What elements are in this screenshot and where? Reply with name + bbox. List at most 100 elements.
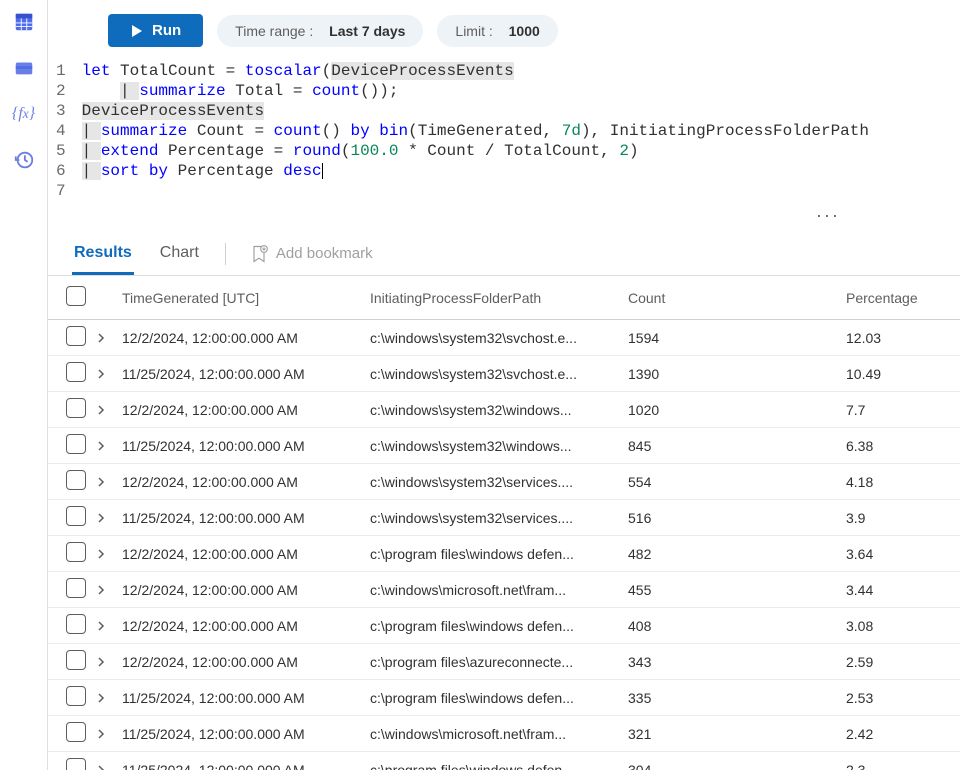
expand-row-icon[interactable]	[96, 654, 122, 670]
cell-pct: 2.3	[846, 762, 952, 770]
col-path-header[interactable]: InitiatingProcessFolderPath	[370, 290, 628, 306]
cell-path: c:\windows\system32\svchost.e...	[370, 366, 628, 382]
cell-pct: 3.9	[846, 510, 952, 526]
main-content: Run Time range : Last 7 days Limit : 100…	[48, 0, 960, 770]
cell-path: c:\windows\system32\services....	[370, 474, 628, 490]
limit-label: Limit :	[455, 23, 492, 39]
table-row[interactable]: 12/2/2024, 12:00:00.000 AMc:\program fil…	[48, 644, 960, 680]
row-checkbox[interactable]	[66, 434, 86, 454]
cell-count: 1390	[628, 366, 846, 382]
cell-pct: 7.7	[846, 402, 952, 418]
more-menu[interactable]: ···	[48, 201, 960, 228]
cell-path: c:\program files\windows defen...	[370, 690, 628, 706]
expand-row-icon[interactable]	[96, 438, 122, 454]
row-checkbox[interactable]	[66, 470, 86, 490]
expand-row-icon[interactable]	[96, 474, 122, 490]
cell-count: 1020	[628, 402, 846, 418]
time-range-picker[interactable]: Time range : Last 7 days	[217, 15, 423, 47]
expand-row-icon[interactable]	[96, 546, 122, 562]
cell-path: c:\program files\windows defen...	[370, 546, 628, 562]
col-time-header[interactable]: TimeGenerated [UTC]	[122, 290, 370, 306]
row-checkbox[interactable]	[66, 398, 86, 418]
row-checkbox[interactable]	[66, 758, 86, 770]
col-count-header[interactable]: Count	[628, 290, 846, 306]
query-editor[interactable]: 1234567 let TotalCount = toscalar(Device…	[48, 59, 960, 201]
expand-row-icon[interactable]	[96, 366, 122, 382]
cell-time: 11/25/2024, 12:00:00.000 AM	[122, 726, 370, 742]
query-toolbar: Run Time range : Last 7 days Limit : 100…	[48, 0, 960, 59]
expand-row-icon[interactable]	[96, 510, 122, 526]
table-row[interactable]: 12/2/2024, 12:00:00.000 AMc:\windows\mic…	[48, 572, 960, 608]
cell-pct: 2.59	[846, 654, 952, 670]
bookmark-label: Add bookmark	[276, 245, 373, 262]
cell-time: 12/2/2024, 12:00:00.000 AM	[122, 402, 370, 418]
cell-count: 321	[628, 726, 846, 742]
row-checkbox[interactable]	[66, 614, 86, 634]
table-row[interactable]: 11/25/2024, 12:00:00.000 AMc:\windows\mi…	[48, 716, 960, 752]
time-range-label: Time range :	[235, 23, 313, 39]
row-checkbox[interactable]	[66, 650, 86, 670]
bookmark-icon	[250, 244, 268, 264]
cell-time: 11/25/2024, 12:00:00.000 AM	[122, 510, 370, 526]
cell-time: 12/2/2024, 12:00:00.000 AM	[122, 618, 370, 634]
select-all-checkbox[interactable]	[66, 286, 86, 306]
expand-row-icon[interactable]	[96, 330, 122, 346]
limit-value: 1000	[509, 23, 540, 39]
cell-path: c:\windows\system32\windows...	[370, 438, 628, 454]
cell-pct: 4.18	[846, 474, 952, 490]
code-area[interactable]: let TotalCount = toscalar(DeviceProcessE…	[82, 61, 960, 201]
cell-count: 516	[628, 510, 846, 526]
row-checkbox[interactable]	[66, 686, 86, 706]
table-row[interactable]: 12/2/2024, 12:00:00.000 AMc:\windows\sys…	[48, 464, 960, 500]
cell-pct: 3.08	[846, 618, 952, 634]
cell-count: 554	[628, 474, 846, 490]
expand-row-icon[interactable]	[96, 690, 122, 706]
limit-picker[interactable]: Limit : 1000	[437, 15, 557, 47]
tab-chart[interactable]: Chart	[158, 232, 201, 275]
cell-count: 343	[628, 654, 846, 670]
cell-pct: 2.53	[846, 690, 952, 706]
cell-count: 845	[628, 438, 846, 454]
tab-results[interactable]: Results	[72, 232, 134, 275]
row-checkbox[interactable]	[66, 722, 86, 742]
cell-count: 304	[628, 762, 846, 770]
card-icon[interactable]	[10, 54, 38, 82]
table-row[interactable]: 11/25/2024, 12:00:00.000 AMc:\windows\sy…	[48, 428, 960, 464]
table-row[interactable]: 11/25/2024, 12:00:00.000 AMc:\windows\sy…	[48, 500, 960, 536]
table-row[interactable]: 12/2/2024, 12:00:00.000 AMc:\program fil…	[48, 536, 960, 572]
cell-count: 1594	[628, 330, 846, 346]
play-icon	[130, 24, 144, 38]
cell-time: 11/25/2024, 12:00:00.000 AM	[122, 690, 370, 706]
table-row[interactable]: 11/25/2024, 12:00:00.000 AMc:\program fi…	[48, 752, 960, 770]
expand-row-icon[interactable]	[96, 726, 122, 742]
line-gutter: 1234567	[56, 61, 82, 201]
row-checkbox[interactable]	[66, 542, 86, 562]
cell-path: c:\windows\system32\services....	[370, 510, 628, 526]
row-checkbox[interactable]	[66, 362, 86, 382]
add-bookmark-button[interactable]: Add bookmark	[250, 244, 373, 264]
table-row[interactable]: 11/25/2024, 12:00:00.000 AMc:\windows\sy…	[48, 356, 960, 392]
cell-time: 12/2/2024, 12:00:00.000 AM	[122, 582, 370, 598]
col-pct-header[interactable]: Percentage	[846, 290, 952, 306]
expand-row-icon[interactable]	[96, 762, 122, 770]
table-row[interactable]: 12/2/2024, 12:00:00.000 AMc:\program fil…	[48, 608, 960, 644]
cell-time: 11/25/2024, 12:00:00.000 AM	[122, 366, 370, 382]
cell-path: c:\windows\system32\windows...	[370, 402, 628, 418]
cell-time: 11/25/2024, 12:00:00.000 AM	[122, 438, 370, 454]
results-grid: TimeGenerated [UTC] InitiatingProcessFol…	[48, 276, 960, 770]
row-checkbox[interactable]	[66, 326, 86, 346]
table-row[interactable]: 11/25/2024, 12:00:00.000 AMc:\program fi…	[48, 680, 960, 716]
expand-row-icon[interactable]	[96, 582, 122, 598]
expand-row-icon[interactable]	[96, 618, 122, 634]
fx-icon[interactable]: {fx}	[10, 100, 38, 128]
sidebar: {fx}	[0, 0, 48, 770]
expand-row-icon[interactable]	[96, 402, 122, 418]
tables-icon[interactable]	[10, 8, 38, 36]
row-checkbox[interactable]	[66, 506, 86, 526]
table-row[interactable]: 12/2/2024, 12:00:00.000 AMc:\windows\sys…	[48, 320, 960, 356]
run-button[interactable]: Run	[108, 14, 203, 47]
table-row[interactable]: 12/2/2024, 12:00:00.000 AMc:\windows\sys…	[48, 392, 960, 428]
history-icon[interactable]	[10, 146, 38, 174]
cell-pct: 10.49	[846, 366, 952, 382]
row-checkbox[interactable]	[66, 578, 86, 598]
